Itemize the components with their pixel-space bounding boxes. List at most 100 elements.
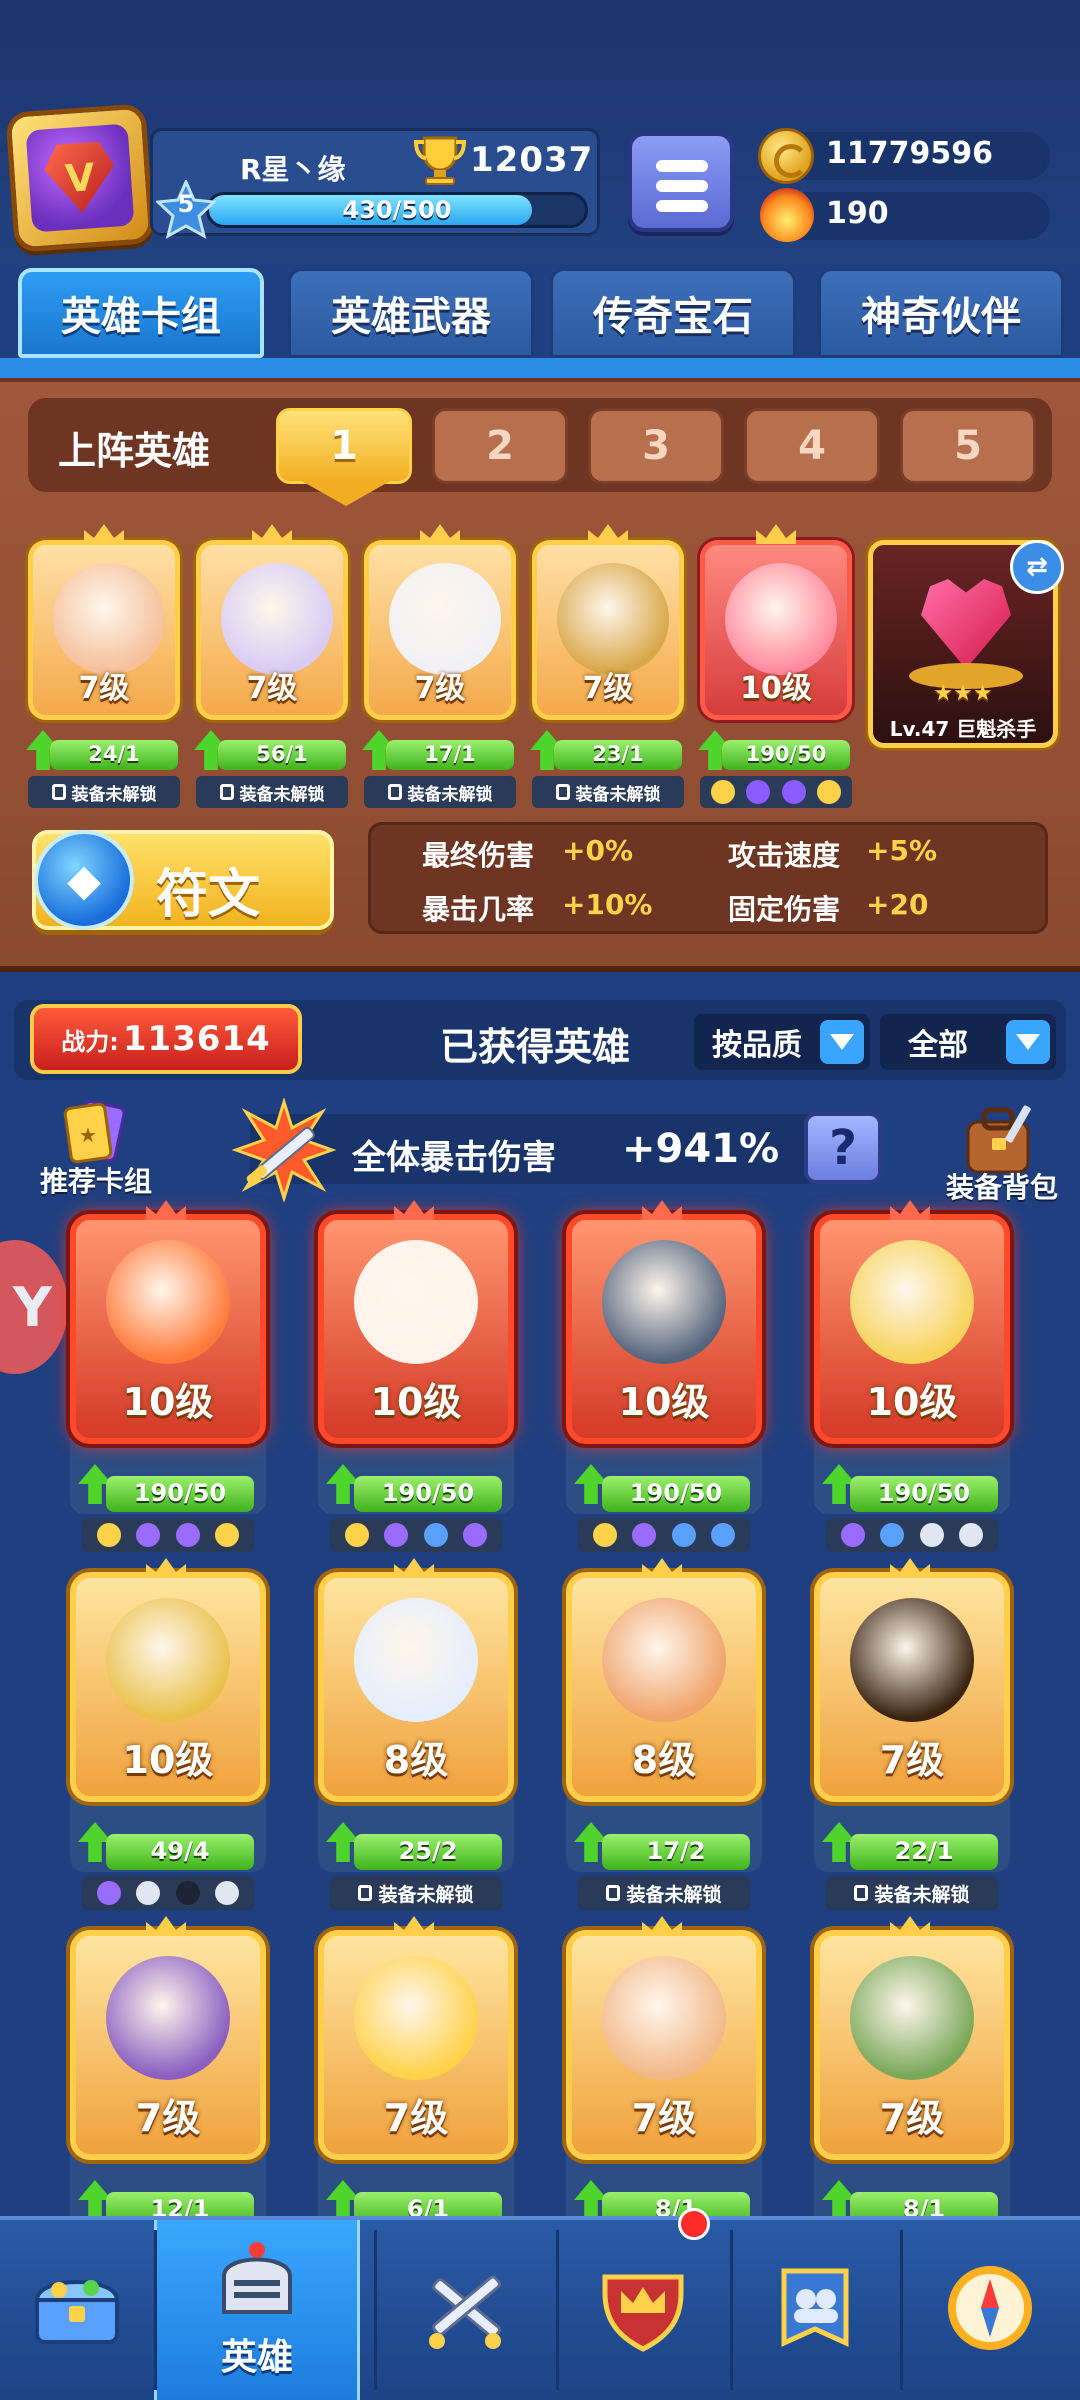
lineup-hero-card[interactable]: 7级 [532, 540, 684, 720]
equipment-locked-row: 装备未解锁 [364, 776, 516, 808]
stat-attack-speed-value: +5% [866, 834, 937, 867]
filter-label: 全部 [908, 1028, 968, 1063]
equipment-status: 装备未解锁 [239, 784, 325, 805]
tab-magic-partners[interactable]: 神奇伙伴 [818, 268, 1064, 358]
rune-label: 符文 [156, 865, 261, 925]
hero-grid-card[interactable]: 10级 [566, 1214, 762, 1444]
fire-gem-amount: 190 [826, 196, 889, 231]
gold-amount: 11779596 [826, 136, 993, 171]
crown-icon [890, 1200, 930, 1220]
equipment-bag-label[interactable]: 装备背包 [946, 1166, 1058, 1206]
rune-gem-icon: ◆ [34, 830, 134, 930]
lineup-slot-5[interactable]: 5 [900, 408, 1036, 484]
hero-grid-card[interactable]: 10级 [70, 1572, 266, 1802]
hero-grid-card[interactable]: 10级 [814, 1214, 1010, 1444]
nav-item-crossed-swords[interactable] [374, 2220, 556, 2400]
crown-icon [394, 1200, 434, 1220]
hero-grid-card[interactable]: 8级 [318, 1572, 514, 1802]
player-avatar[interactable]: V [5, 103, 155, 253]
fragment-count: 190/50 [877, 1479, 971, 1507]
hero-level: 10级 [618, 1380, 710, 1424]
swap-arrows-icon: ⇄ [1026, 552, 1048, 582]
nav-item-compass[interactable] [900, 2220, 1080, 2400]
recommended-deck-label[interactable]: 推荐卡组 [40, 1160, 152, 1200]
lineup-slot-1[interactable]: 1 [276, 408, 412, 484]
hero-grid-card[interactable]: 10级 [318, 1214, 514, 1444]
hero-grid-card[interactable]: 10级 [70, 1214, 266, 1444]
swap-button[interactable]: ⇄ [1010, 540, 1064, 594]
hero-grid-card[interactable]: 7级 [70, 1930, 266, 2160]
heart-trophy-icon [921, 579, 1011, 669]
lock-icon [51, 784, 66, 800]
hero-portrait [354, 1240, 478, 1364]
equipment-slot-icon [214, 1523, 239, 1547]
tab-legend-gems[interactable]: 传奇宝石 [550, 268, 796, 358]
player-name: R星丶缘 [240, 153, 346, 186]
crown-icon [394, 1916, 434, 1936]
fragment-count: 56/1 [256, 742, 308, 766]
filter-dropdown[interactable]: 全部 [880, 1014, 1056, 1070]
lineup-slot-3[interactable]: 3 [588, 408, 724, 484]
nav-item-treasure-chest[interactable] [0, 2220, 154, 2400]
lock-icon [606, 1885, 621, 1901]
equipment-slot-icon [710, 1523, 735, 1547]
hero-level: 8级 [383, 1738, 449, 1782]
hero-grid-card[interactable]: 7级 [814, 1930, 1010, 2160]
hero-portrait [106, 1240, 230, 1364]
rune-button[interactable]: ◆ 符文 [32, 830, 334, 930]
equipment-slot-icon [345, 1523, 370, 1547]
hero-grid-card[interactable]: 8级 [566, 1572, 762, 1802]
equipment-slot-icon [462, 1523, 487, 1547]
hero-portrait [106, 1598, 230, 1722]
slot-number: 2 [486, 423, 514, 469]
collection-title: 已获得英雄 [440, 1025, 631, 1069]
equipment-slots-row[interactable] [82, 1876, 254, 1910]
lineup-hero-card[interactable]: 7级 [28, 540, 180, 720]
equipment-locked-row: 装备未解锁 [826, 1876, 998, 1910]
tab-label: 神奇伙伴 [861, 294, 1021, 340]
fragment-progress-bar: 56/1 [218, 740, 346, 770]
equipment-slots-row[interactable] [700, 776, 852, 808]
equipment-slot-icon [423, 1523, 448, 1547]
floating-assistant-badge[interactable]: Y [0, 1240, 68, 1374]
stat-fixed-damage-label: 固定伤害 [728, 893, 841, 926]
sort-dropdown[interactable]: 按品质 [694, 1014, 870, 1070]
help-button[interactable]: ? [804, 1112, 882, 1184]
compass-icon [945, 2263, 1035, 2357]
fragment-count: 190/50 [381, 1479, 475, 1507]
lineup-slot-2[interactable]: 2 [432, 408, 568, 484]
hero-grid-card[interactable]: 7级 [566, 1930, 762, 2160]
fragment-progress-bar: 190/50 [602, 1476, 750, 1512]
hero-grid-card[interactable]: 7级 [814, 1572, 1010, 1802]
equipment-locked-row: 装备未解锁 [532, 776, 684, 808]
nav-item-crown-shield[interactable] [556, 2220, 730, 2400]
notification-dot [678, 2208, 710, 2240]
equipment-slots-row[interactable] [826, 1518, 998, 1552]
hero-portrait [557, 563, 669, 675]
tab-hero-deck[interactable]: 英雄卡组 [18, 268, 264, 358]
guild-banner-icon [770, 2263, 860, 2357]
equipment-slots-row[interactable] [578, 1518, 750, 1552]
crown-icon [642, 1916, 682, 1936]
hero-level: 7级 [879, 1738, 945, 1782]
svg-text:★: ★ [79, 1123, 97, 1147]
equipment-slot-icon [958, 1523, 983, 1547]
equipment-slots-row[interactable] [330, 1518, 502, 1552]
equipment-slots-row[interactable] [82, 1518, 254, 1552]
hero-portrait [53, 563, 165, 675]
card-deck-icon[interactable]: ★ [58, 1100, 138, 1166]
nav-item-knight-helmet[interactable]: 英雄 [154, 2220, 360, 2400]
lineup-hero-card[interactable]: 10级 [700, 540, 852, 720]
menu-button[interactable] [628, 132, 734, 232]
hero-grid-card[interactable]: 7级 [318, 1930, 514, 2160]
nav-item-guild-banner[interactable] [730, 2220, 900, 2400]
lineup-hero-card[interactable]: 7级 [364, 540, 516, 720]
question-icon: ? [829, 1120, 857, 1176]
lineup-hero-card[interactable]: 7级 [196, 540, 348, 720]
fragment-progress-bar: 190/50 [722, 740, 850, 770]
tab-hero-weapons[interactable]: 英雄武器 [288, 268, 534, 358]
lineup-slot-4[interactable]: 4 [744, 408, 880, 484]
fragment-count: 190/50 [745, 742, 827, 766]
crown-icon [642, 1558, 682, 1578]
power-label: 战力: [61, 1027, 119, 1056]
